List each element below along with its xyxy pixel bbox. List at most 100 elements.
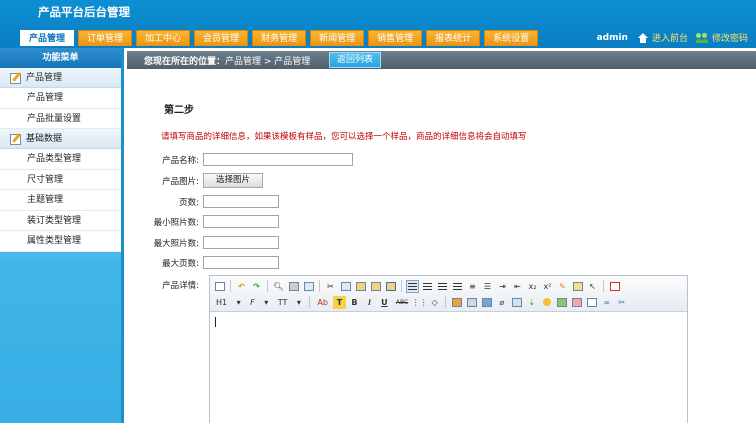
superscript-icon[interactable]: x² [541,280,554,293]
page-break-icon[interactable] [570,296,583,309]
chevron-down-icon[interactable]: ▾ [232,296,245,309]
underline-icon[interactable]: U [378,296,391,309]
font-color-icon[interactable]: Ab [314,296,331,309]
eraser-icon[interactable]: ◇ [428,296,441,309]
sidebar-item-theme[interactable]: 主题管理 [0,190,121,211]
ordered-list-icon[interactable]: ≡ [466,280,479,293]
back-to-list-button[interactable]: 返回列表 [329,52,382,68]
row-product-image: 产品图片: 选择图片 [127,173,264,188]
link-icon[interactable]: ∞ [600,296,613,309]
image-insert-icon[interactable] [450,296,463,309]
header: 产品平台后台管理 产品管理 订单管理 加工中心 会员管理 财务管理 新闻管理 销… [0,0,756,48]
highlight-icon[interactable]: T [332,295,346,309]
sidebar-item-binding-type[interactable]: 装订类型管理 [0,211,121,231]
sidebar-section-product[interactable]: 产品管理 [0,68,121,88]
paste-text-icon[interactable] [369,280,382,293]
align-right-icon[interactable] [436,280,449,293]
hr-icon[interactable]: ⇣ [525,296,538,309]
edit-icon [10,133,22,145]
main-content: 第二步 请填写商品的详细信息，如果该模板有样品，您可以选择一个样品，商品的详细信… [127,69,756,424]
chevron-down-icon[interactable]: ▾ [292,296,305,309]
tab-members[interactable]: 会员管理 [194,30,249,46]
text-caret [215,317,216,327]
select-all-icon[interactable] [571,280,584,293]
cut-icon[interactable]: ✂ [324,280,337,293]
strikethrough-icon[interactable]: ABC [393,296,411,309]
users-icon [695,32,708,43]
clear-format-icon[interactable]: ✎ [556,280,569,293]
bold-icon[interactable]: B [348,296,361,309]
print-icon[interactable] [287,280,300,293]
max-photos-input[interactable] [203,236,279,249]
tab-sales[interactable]: 销售管理 [368,30,423,46]
indent-icon[interactable]: ⇥ [496,280,509,293]
sidebar-item-product-manage[interactable]: 产品管理 [0,88,121,109]
map-icon[interactable] [555,296,568,309]
sidebar-section-basic-data[interactable]: 基础数据 [0,129,121,149]
sidebar-item-product-type[interactable]: 产品类型管理 [0,149,121,170]
tab-orders[interactable]: 订单管理 [78,30,133,46]
editor-content-area[interactable] [210,312,687,424]
flash-icon[interactable] [465,296,478,309]
preview-icon[interactable]: 🔍︎ [272,280,285,293]
align-left-icon[interactable] [406,279,419,293]
font-size-icon[interactable]: TT [275,296,291,309]
product-name-input[interactable] [203,153,353,166]
edit-icon [10,72,22,84]
toolbar-row-2: H1 ▾ F ▾ TT ▾ Ab T B I U ABC ⋮⋮ ◇ ⌀ ⇣ ∞ … [213,294,684,310]
field-label: 最小照片数: [153,217,199,228]
min-photos-input[interactable] [203,215,279,228]
emoticon-icon[interactable] [540,296,553,309]
template-icon[interactable] [302,280,315,293]
row-min-photos: 最小照片数: [127,215,279,228]
sidebar-item-size[interactable]: 尺寸管理 [0,170,121,190]
tab-settings[interactable]: 系统设置 [484,30,539,46]
attach-icon[interactable]: ⌀ [495,296,508,309]
cursor-icon[interactable]: ↖ [586,280,599,293]
sidebar-item-attribute-type[interactable]: 属性类型管理 [0,231,121,252]
heading-icon[interactable]: H1 [213,296,230,309]
change-password-link[interactable]: 修改密码 [712,31,748,44]
field-label: 页数: [179,197,199,208]
fullscreen-icon[interactable] [608,280,621,293]
tab-news[interactable]: 新闻管理 [310,30,365,46]
enter-front-link[interactable]: 进入前台 [652,31,688,44]
unordered-list-icon[interactable]: ☰ [481,280,494,293]
tab-finance[interactable]: 财务管理 [252,30,307,46]
paste-icon[interactable] [354,280,367,293]
table-icon[interactable] [510,296,523,309]
sidebar-title: 功能菜单 [0,48,121,68]
toolbar-row-1: ↶ ↷ 🔍︎ ✂ ≡ ☰ ⇥ ⇤ x₂ x² ✎ ↖ [213,278,684,294]
paste-word-icon[interactable] [384,280,397,293]
justify-icon[interactable] [451,280,464,293]
font-family-icon[interactable]: F [247,296,258,309]
pages-input[interactable] [203,195,279,208]
tab-processing[interactable]: 加工中心 [136,30,191,46]
tab-product[interactable]: 产品管理 [20,30,75,46]
sidebar-section-label: 基础数据 [26,133,63,144]
redo-icon[interactable]: ↷ [250,280,263,293]
chevron-down-icon[interactable]: ▾ [260,296,273,309]
subscript-icon[interactable]: x₂ [526,280,539,293]
undo-icon[interactable]: ↶ [235,280,248,293]
anchor-icon[interactable] [585,296,598,309]
table-grid-icon[interactable]: ⋮⋮ [412,296,428,309]
form-hint: 请填写商品的详细信息，如果该模板有样品，您可以选择一个样品，商品的详细信息将会自… [161,132,527,142]
row-pages: 页数: [127,195,279,208]
media-icon[interactable] [480,296,493,309]
source-icon[interactable] [213,280,226,293]
align-center-icon[interactable] [421,280,434,293]
breadcrumb-path: 产品管理 > 产品管理 [225,56,311,67]
copy-icon[interactable] [339,280,352,293]
choose-image-button[interactable]: 选择图片 [203,173,264,188]
editor-toolbar: ↶ ↷ 🔍︎ ✂ ≡ ☰ ⇥ ⇤ x₂ x² ✎ ↖ H1 ▾ F ▾ TT ▾… [210,276,687,312]
sidebar-menu: 产品管理 产品管理 产品批量设置 基础数据 产品类型管理 尺寸管理 主题管理 装… [0,68,121,252]
max-pages-input[interactable] [203,256,279,269]
tab-reports[interactable]: 报表统计 [426,30,481,46]
field-label: 产品详情: [162,281,199,291]
unlink-icon[interactable]: ✂ [615,296,628,309]
italic-icon[interactable]: I [363,296,376,309]
outdent-icon[interactable]: ⇤ [511,280,524,293]
sidebar-item-product-batch[interactable]: 产品批量设置 [0,109,121,129]
toolbar-separator [267,280,268,292]
